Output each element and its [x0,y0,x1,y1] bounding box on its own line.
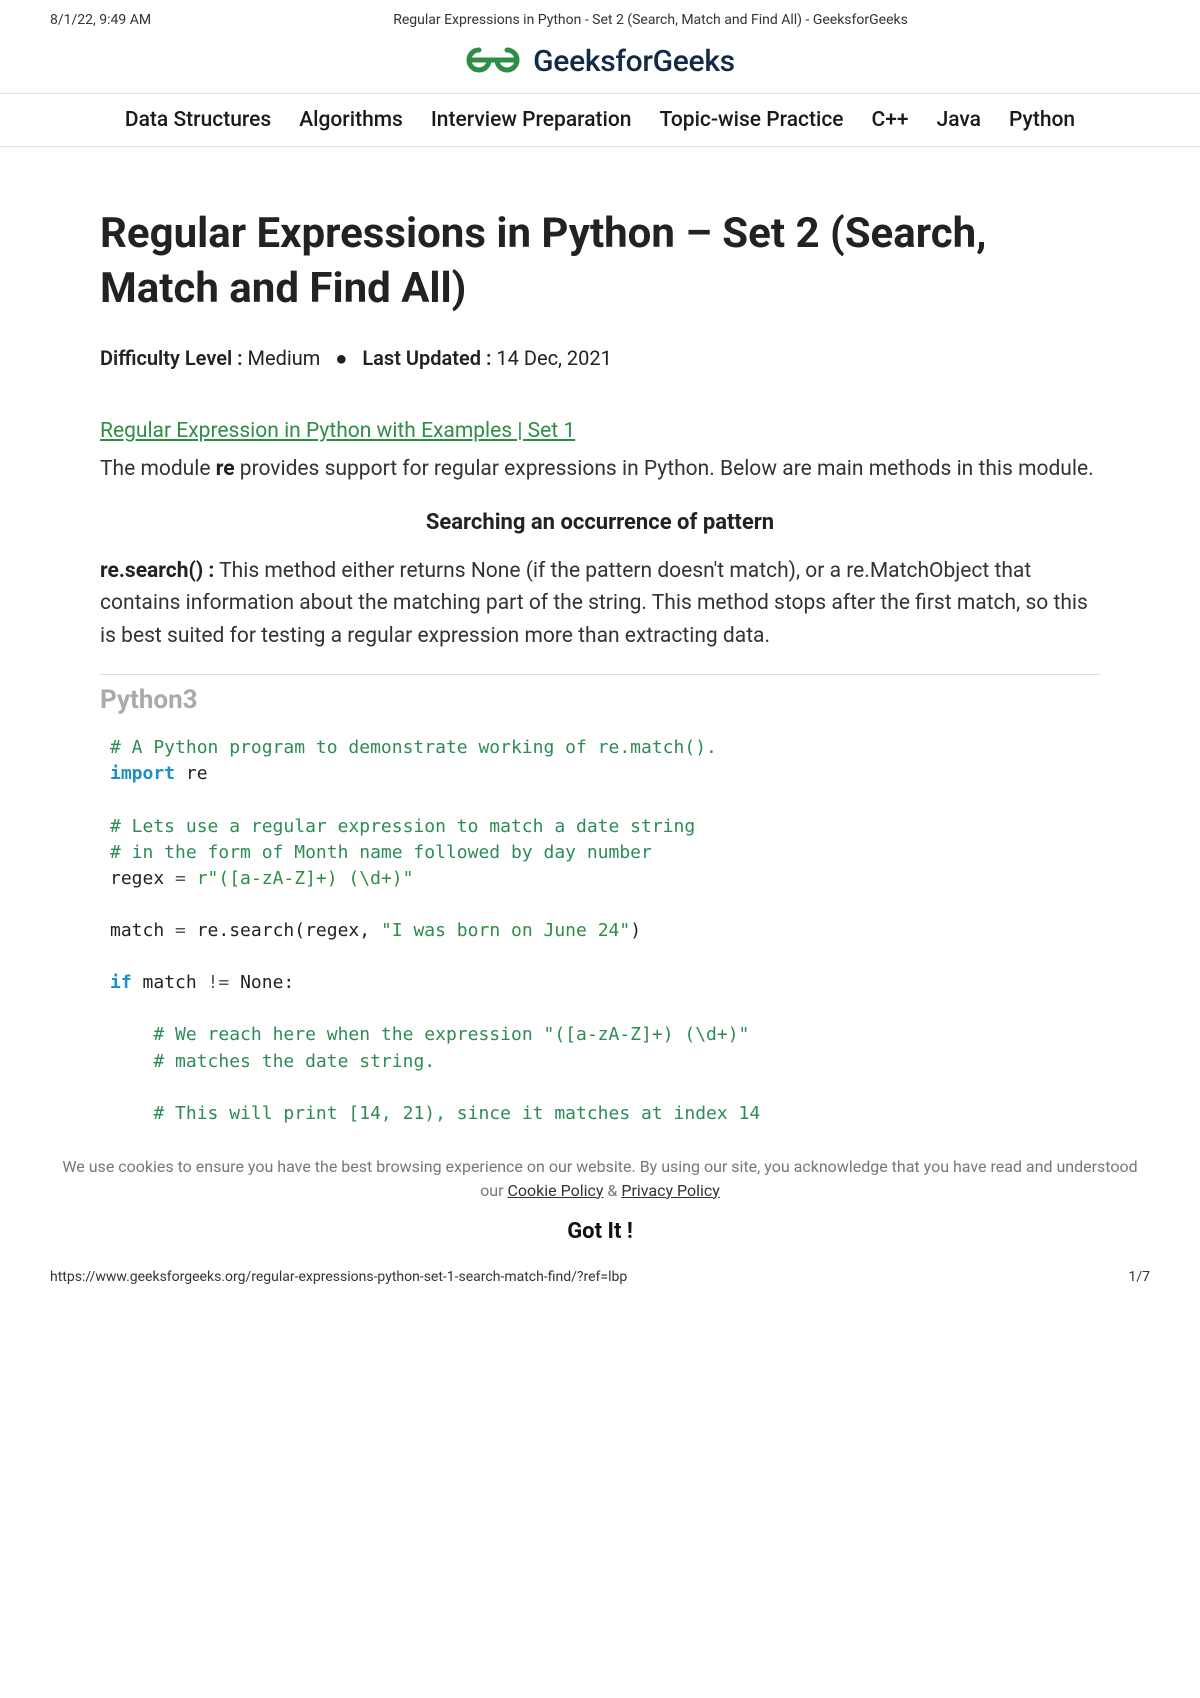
nav-item[interactable]: Interview Preparation [431,108,632,132]
intro-paragraph: The module re provides support for regul… [100,453,1100,486]
meta-separator: ● [335,346,347,370]
cookie-policy-link[interactable]: Cookie Policy [507,1181,603,1200]
updated-value: 14 Dec, 2021 [491,346,611,370]
logo-icon [465,45,521,79]
nav-item[interactable]: Python [1009,108,1075,132]
difficulty-label: Difficulty Level : [100,346,243,370]
code-lang-label: Python3 [100,685,1100,715]
nav-item[interactable]: Topic-wise Practice [659,108,843,132]
article-meta: Difficulty Level : Medium ● Last Updated… [100,346,1100,371]
logo-text: GeeksforGeeks [533,44,735,79]
cookie-banner: We use cookies to ensure you have the be… [0,1131,1200,1209]
print-timestamp: 8/1/22, 9:49 AM [50,12,151,28]
cookie-accept-button[interactable]: Got It ! [0,1209,1200,1258]
privacy-policy-link[interactable]: Privacy Policy [621,1181,720,1200]
section-subhead: Searching an occurrence of pattern [100,510,1100,535]
nav-item[interactable]: C++ [872,108,909,132]
difficulty-value: Medium [243,346,321,370]
divider [100,674,1100,675]
search-paragraph: re.search() : This method either returns… [100,555,1100,653]
page-title: Regular Expressions in Python – Set 2 (S… [100,207,1100,316]
code-block: # A Python program to demonstrate workin… [100,731,1100,1130]
nav-item[interactable]: Data Structures [125,108,271,132]
main-nav: Data Structures Algorithms Interview Pre… [0,93,1200,147]
print-title: Regular Expressions in Python - Set 2 (S… [151,12,1150,28]
nav-item[interactable]: Algorithms [299,108,403,132]
site-logo[interactable]: GeeksforGeeks [0,34,1200,93]
nav-item[interactable]: Java [937,108,981,132]
prev-set-link[interactable]: Regular Expression in Python with Exampl… [100,419,575,443]
print-page: 1/7 [1128,1269,1150,1285]
print-header: 8/1/22, 9:49 AM Regular Expressions in P… [0,0,1200,34]
print-footer: https://www.geeksforgeeks.org/regular-ex… [0,1258,1200,1301]
print-url: https://www.geeksforgeeks.org/regular-ex… [50,1269,627,1285]
updated-label: Last Updated : [362,346,491,370]
